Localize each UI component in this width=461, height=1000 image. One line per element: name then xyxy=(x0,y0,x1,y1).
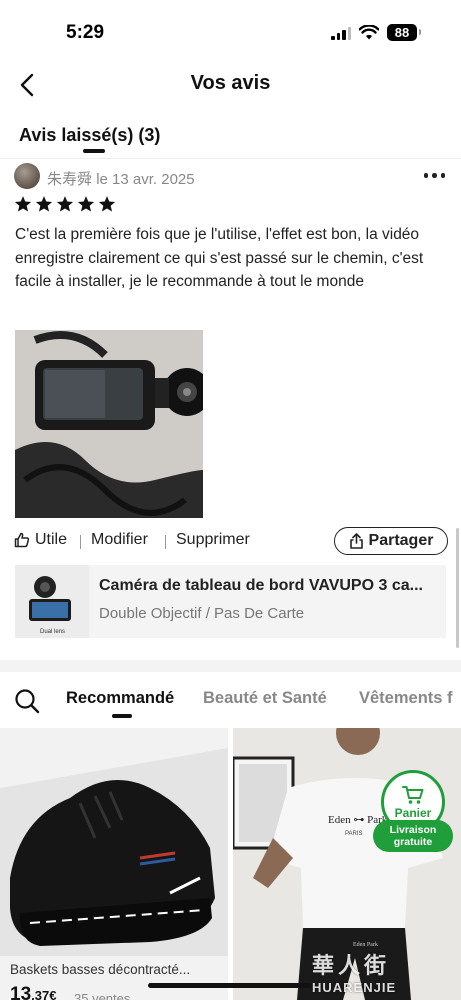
status-time: 5:29 xyxy=(66,22,105,43)
thumb-caption: Dual lens xyxy=(40,629,65,635)
tab-recommended[interactable]: Recommandé xyxy=(66,689,174,708)
watermark: 華人街 HUARENJIE xyxy=(312,948,456,998)
product-card-sneaker[interactable]: Baskets basses décontracté... 13,37€ 35 … xyxy=(0,728,228,1000)
reviewer-meta: 朱寿舜 le 13 avr. 2025 xyxy=(47,168,195,189)
helpful-label: Utile xyxy=(35,531,68,548)
review-text: C'est la première fois que je l'utilise,… xyxy=(15,226,424,290)
home-indicator xyxy=(148,983,312,988)
product-variant: Double Objectif / Pas De Carte xyxy=(99,605,305,622)
status-icons: 88 xyxy=(331,24,421,41)
cart-icon xyxy=(402,785,424,804)
review-tabs: Avis laissé(s) (3) xyxy=(0,115,461,159)
reviewer-row: 朱寿舜 le 13 avr. 2025 xyxy=(14,163,449,191)
star-icon xyxy=(77,196,95,212)
free-shipping-badge: Livraison gratuite xyxy=(373,820,453,852)
cart-floating-button[interactable]: Panier Livraison gratuite xyxy=(373,770,453,854)
helpful-button[interactable]: Utile xyxy=(14,531,67,549)
status-bar: 5:29 88 xyxy=(0,0,461,62)
divider xyxy=(165,535,166,549)
share-label: Partager xyxy=(368,532,434,549)
share-button[interactable]: Partager xyxy=(334,527,448,555)
watermark-text: HUARENJIE xyxy=(312,980,397,995)
rating-stars xyxy=(14,195,116,213)
cellular-signal-icon xyxy=(331,26,351,40)
review-photo[interactable] xyxy=(15,330,203,518)
tab-beauty-health[interactable]: Beauté et Santé xyxy=(203,689,327,708)
scroll-indicator[interactable] xyxy=(456,528,459,648)
tab-active-underline xyxy=(83,149,105,153)
review-date: le 13 avr. 2025 xyxy=(96,171,195,188)
product-name: Caméra de tableau de bord VAVUPO 3 ca... xyxy=(99,577,423,594)
delete-button[interactable]: Supprimer xyxy=(176,531,250,549)
share-icon xyxy=(349,533,363,549)
divider xyxy=(80,535,81,549)
product-price: 13,37€ xyxy=(10,984,57,1000)
watermark-logo: 華人街 xyxy=(312,953,391,978)
product-thumbnail: Dual lens xyxy=(15,565,89,638)
product-title: Baskets basses décontracté... xyxy=(10,962,191,977)
edit-button[interactable]: Modifier xyxy=(91,531,148,549)
shirt-sub-text: PARIS xyxy=(345,831,363,837)
thumbs-up-icon xyxy=(14,532,30,548)
tab-reviews-left[interactable]: Avis laissé(s) (3) xyxy=(19,125,160,146)
reviewer-name: 朱寿舜 xyxy=(47,171,93,188)
star-icon xyxy=(35,196,53,212)
product-sold-count: 35 ventes xyxy=(74,991,131,1000)
avatar xyxy=(14,163,40,189)
reviewed-product-card[interactable]: Dual lens Caméra de tableau de bord VAVU… xyxy=(15,565,446,638)
star-icon xyxy=(56,196,74,212)
tab-clothing[interactable]: Vêtements f xyxy=(359,689,453,708)
page-title: Vos avis xyxy=(190,72,271,94)
wifi-icon xyxy=(359,25,379,40)
section-divider xyxy=(0,660,461,672)
search-icon[interactable] xyxy=(14,688,40,714)
star-icon xyxy=(98,196,116,212)
cart-label: Panier xyxy=(394,805,432,820)
more-options-icon[interactable] xyxy=(423,173,445,178)
recommendation-tabs: Recommandé Beauté et Santé Vêtements f xyxy=(0,672,461,728)
sneaker-image xyxy=(0,728,228,956)
star-icon xyxy=(14,196,32,212)
tab-active-underline xyxy=(112,714,132,718)
battery-icon: 88 xyxy=(387,24,421,41)
review-actions: Utile Modifier Supprimer Partager xyxy=(14,527,448,557)
nav-bar: Vos avis xyxy=(0,62,461,108)
